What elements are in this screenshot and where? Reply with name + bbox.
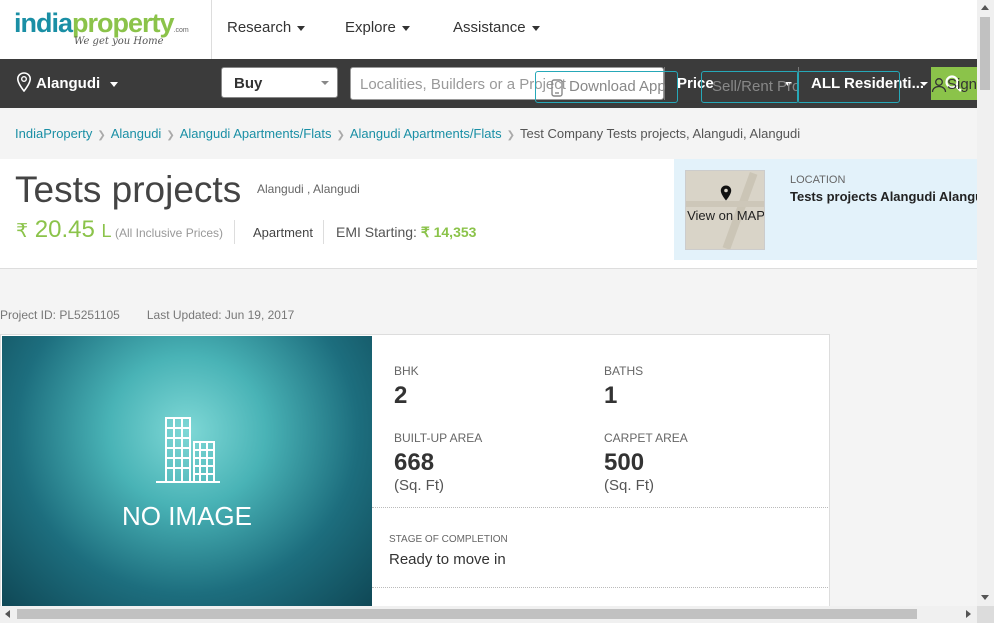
- builtup-unit: (Sq. Ft): [394, 477, 445, 494]
- user-icon: [931, 78, 947, 93]
- nav-divider: [211, 0, 212, 59]
- builtup-label: BUILT-UP AREA: [394, 431, 483, 445]
- chevron-down-icon: [920, 82, 928, 86]
- breadcrumb-item[interactable]: Alangudi Apartments/Flats: [180, 126, 332, 141]
- location-pin-icon: [16, 72, 32, 96]
- horizontal-scrollbar[interactable]: [0, 606, 977, 623]
- divider: [372, 587, 829, 588]
- location-label: LOCATION: [790, 174, 846, 186]
- scroll-left-arrow-icon[interactable]: [5, 610, 10, 618]
- chevron-right-icon: ❯: [506, 130, 515, 141]
- scrollbar-corner: [977, 606, 994, 623]
- breadcrumb-item[interactable]: IndiaProperty: [15, 126, 92, 141]
- chevron-down-icon: [531, 25, 540, 31]
- builtup-value: 668: [394, 449, 435, 476]
- baths-label: BATHS: [604, 364, 644, 378]
- chevron-down-icon: [401, 25, 410, 31]
- logo-tagline: We get you Home: [74, 36, 164, 47]
- project-details-card: NO IMAGE BHK 2 BATHS 1 BUILT-UP AREA 668…: [0, 334, 830, 606]
- carpet-unit: (Sq. Ft): [604, 477, 655, 494]
- breadcrumb-item[interactable]: Alangudi Apartments/Flats: [350, 126, 502, 141]
- price-note: (All Inclusive Prices): [115, 226, 224, 240]
- scroll-thumb[interactable]: [17, 609, 917, 619]
- breadcrumb-item[interactable]: Alangudi: [111, 126, 162, 141]
- divider: [323, 220, 324, 244]
- map-pin-icon: [720, 185, 732, 201]
- chevron-down-icon: [297, 25, 306, 31]
- stage-value: Ready to move in: [389, 551, 506, 568]
- map-label: View on MAP: [687, 208, 765, 223]
- logo[interactable]: indiaproperty.com We get you Home: [14, 8, 194, 50]
- bhk-value: 2: [394, 382, 408, 409]
- buy-select[interactable]: Buy: [221, 67, 338, 98]
- menu-assistance[interactable]: Assistance: [453, 19, 540, 36]
- view-on-map-button[interactable]: View on MAP: [685, 170, 765, 250]
- chevron-right-icon: ❯: [97, 130, 106, 141]
- divider: [372, 507, 829, 508]
- scroll-down-arrow-icon[interactable]: [981, 595, 989, 600]
- scroll-right-arrow-icon[interactable]: [966, 610, 971, 618]
- download-app-button[interactable]: Download App: [535, 71, 678, 103]
- project-location: Alangudi , Alangudi: [257, 182, 360, 196]
- carpet-label: CARPET AREA: [604, 431, 688, 445]
- scroll-thumb[interactable]: [980, 17, 990, 90]
- property-type: Apartment: [253, 225, 313, 240]
- project-price: ₹ 20.45 L: [16, 216, 112, 243]
- map-road: [686, 201, 764, 207]
- breadcrumb-current: Test Company Tests projects, Alangudi, A…: [520, 126, 801, 141]
- chevron-right-icon: ❯: [166, 130, 175, 141]
- breadcrumb: IndiaProperty ❯ Alangudi ❯ Alangudi Apartmen…: [15, 126, 800, 141]
- top-nav: indiaproperty.com We get you Home Resear…: [0, 0, 977, 60]
- sign-in-button[interactable]: Sign: [931, 76, 977, 93]
- chevron-right-icon: ❯: [336, 130, 345, 141]
- emi-info: EMI Starting: ₹ 14,353: [336, 224, 477, 240]
- location-selector[interactable]: Alangudi: [16, 72, 119, 96]
- baths-value: 1: [604, 382, 618, 409]
- last-updated: Last Updated: Jun 19, 2017: [146, 308, 295, 322]
- project-id: Project ID: PL5251105: [0, 308, 120, 322]
- no-image-text: NO IMAGE: [121, 501, 252, 531]
- phone-icon: [551, 79, 563, 97]
- scroll-up-arrow-icon[interactable]: [981, 5, 989, 10]
- no-image-placeholder: NO IMAGE: [2, 336, 372, 606]
- divider: [234, 220, 235, 244]
- vertical-scrollbar[interactable]: [977, 0, 994, 606]
- menu-explore[interactable]: Explore: [345, 19, 410, 36]
- page-title: Tests projects: [15, 169, 242, 210]
- page: indiaproperty.com We get you Home Resear…: [0, 0, 977, 606]
- location-value: Tests projects Alangudi Alangudi: [790, 189, 977, 204]
- logo-wordmark: indiaproperty.com: [14, 8, 189, 38]
- residential-overlay: [797, 71, 900, 103]
- building-icon: [156, 417, 220, 483]
- project-meta: Project ID: PL5251105 Last Updated: Jun 1…: [0, 308, 294, 322]
- menu-research[interactable]: Research: [227, 19, 306, 36]
- chevron-down-icon: [321, 81, 329, 85]
- project-header: Tests projects Alangudi , Alangudi ₹ 20.…: [0, 159, 977, 269]
- sell-rent-button[interactable]: Sell/Rent Property: [701, 71, 799, 103]
- carpet-value: 500: [604, 449, 645, 476]
- location-panel: View on MAP LOCATION Tests projects Alan…: [674, 159, 977, 260]
- chevron-down-icon: [110, 81, 119, 87]
- bhk-label: BHK: [394, 364, 419, 378]
- stage-label: STAGE OF COMPLETION: [389, 534, 508, 545]
